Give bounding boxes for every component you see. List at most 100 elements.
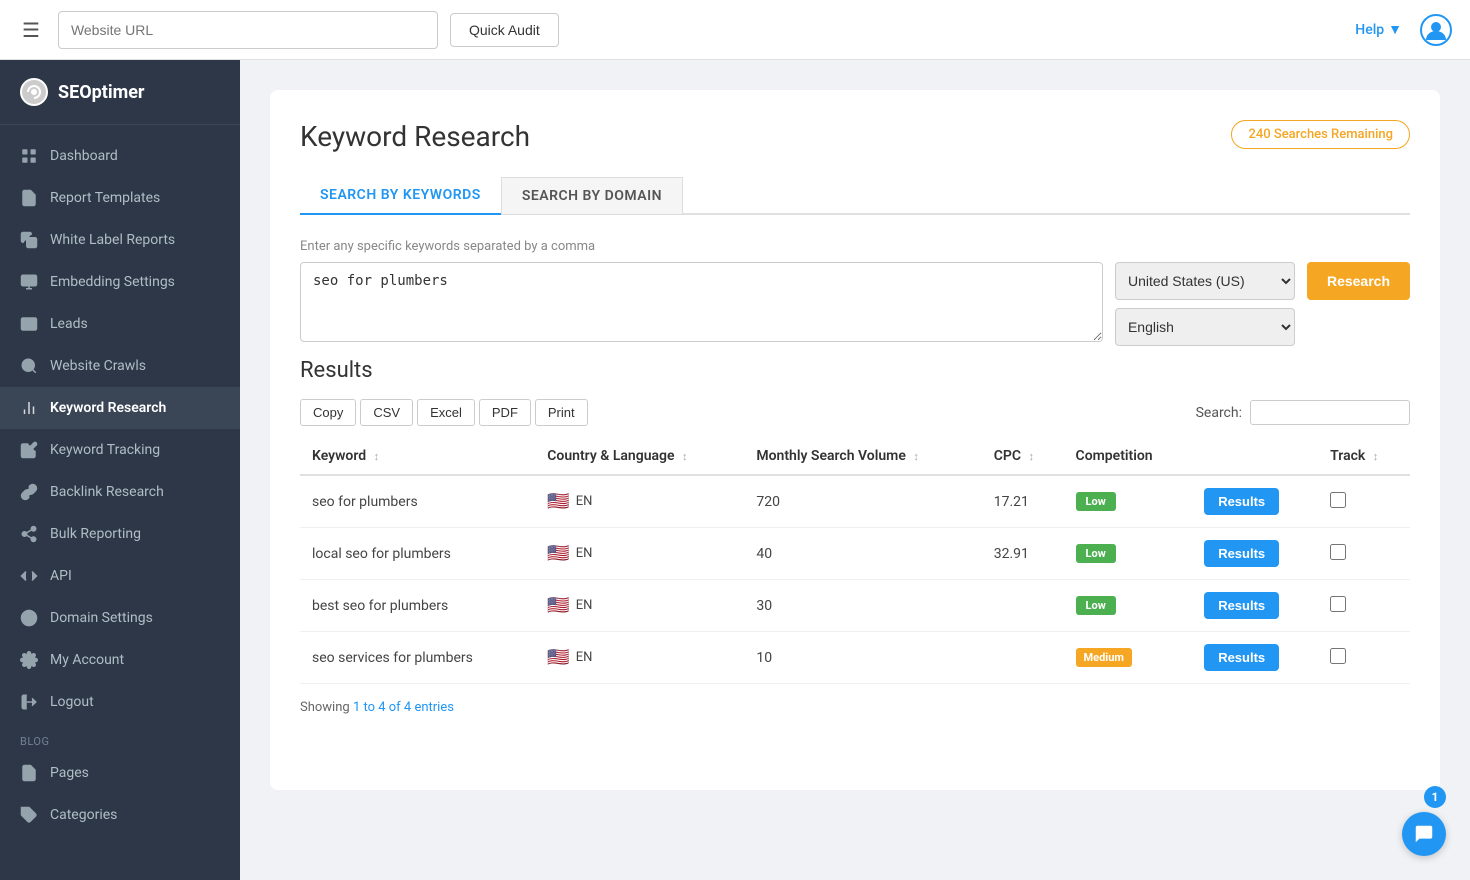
sidebar-item-report-templates[interactable]: Report Templates [0,177,240,219]
search-label: Search: [1196,405,1242,421]
competition-badge-1: Low [1076,544,1116,563]
sidebar-item-website-crawls[interactable]: Website Crawls [0,345,240,387]
sidebar-item-api[interactable]: API [0,555,240,597]
language-select[interactable]: English Spanish French [1115,308,1295,346]
cell-keyword-1: local seo for plumbers [300,528,535,580]
lang-label-0: EN [576,494,593,509]
col-cpc: CPC ↕ [982,438,1064,475]
chevron-down-icon: ▼ [1388,21,1402,38]
sidebar-item-categories[interactable]: Categories [0,794,240,836]
col-country-lang: Country & Language ↕ [535,438,744,475]
flag-icon-1: 🇺🇸 [547,543,569,564]
flag-icon-2: 🇺🇸 [547,595,569,616]
track-checkbox-2[interactable] [1330,596,1346,612]
results-button-1[interactable]: Results [1204,540,1279,567]
sidebar-item-dashboard[interactable]: Dashboard [0,135,240,177]
cell-cpc-3 [982,632,1064,684]
results-button-2[interactable]: Results [1204,592,1279,619]
print-button[interactable]: Print [535,399,588,426]
results-button-0[interactable]: Results [1204,488,1279,515]
sort-icon-country[interactable]: ↕ [682,450,688,463]
col-competition: Competition [1064,438,1193,475]
form-selects: United States (US) United Kingdom (UK) C… [1115,262,1295,346]
sort-icon-track[interactable]: ↕ [1373,450,1379,463]
col-keyword: Keyword ↕ [300,438,535,475]
link-icon [20,483,38,501]
results-button-3[interactable]: Results [1204,644,1279,671]
sidebar-item-embedding[interactable]: Embedding Settings [0,261,240,303]
sort-icon-cpc[interactable]: ↕ [1029,450,1035,463]
cell-volume-3: 10 [744,632,981,684]
user-icon[interactable] [1418,12,1454,48]
copy-button[interactable]: Copy [300,399,356,426]
table-search-input[interactable] [1250,400,1410,425]
sidebar-item-leads[interactable]: Leads [0,303,240,345]
sidebar: SEOptimer Dashboard Report Templates Whi… [0,60,240,880]
flag-icon-3: 🇺🇸 [547,647,569,668]
cell-keyword-3: seo services for plumbers [300,632,535,684]
lang-label-3: EN [576,650,593,665]
main-card: Keyword Research 240 Searches Remaining … [270,90,1440,790]
sidebar-item-logout[interactable]: Logout [0,681,240,723]
cell-track-2 [1318,580,1410,632]
cell-results-btn-2: Results [1192,580,1318,632]
sidebar-item-domain-settings[interactable]: Domain Settings [0,597,240,639]
sidebar-item-my-account[interactable]: My Account [0,639,240,681]
keyword-form-row: seo for plumbers United States (US) Unit… [300,262,1410,346]
page-title: Keyword Research [300,120,530,153]
chat-badge: 1 [1424,786,1446,808]
main-content: Keyword Research 240 Searches Remaining … [240,60,1470,880]
cell-track-3 [1318,632,1410,684]
cell-results-btn-1: Results [1192,528,1318,580]
sidebar-item-pages[interactable]: Pages [0,752,240,794]
chat-button[interactable] [1402,812,1446,856]
col-track: Track ↕ [1318,438,1410,475]
sort-icon-keyword[interactable]: ↕ [374,450,380,463]
page-header: Keyword Research 240 Searches Remaining [300,120,1410,153]
keyword-textarea[interactable]: seo for plumbers [300,262,1103,342]
showing-link[interactable]: 1 to 4 of 4 entries [353,700,454,715]
tab-by-keywords[interactable]: SEARCH BY KEYWORDS [300,177,501,215]
url-input[interactable] [58,11,438,49]
track-checkbox-0[interactable] [1330,492,1346,508]
cell-country-1: 🇺🇸 EN [535,528,744,580]
layout: SEOptimer Dashboard Report Templates Whi… [0,60,1470,880]
hamburger-icon[interactable]: ☰ [16,12,46,48]
share-icon [20,525,38,543]
table-row: seo for plumbers 🇺🇸 EN 720 17.21 Low Res… [300,475,1410,528]
sidebar-item-keyword-research[interactable]: Keyword Research [0,387,240,429]
cell-track-0 [1318,475,1410,528]
cell-volume-1: 40 [744,528,981,580]
cell-country-0: 🇺🇸 EN [535,475,744,528]
cell-country-2: 🇺🇸 EN [535,580,744,632]
sort-icon-volume[interactable]: ↕ [913,450,919,463]
cell-cpc-0: 17.21 [982,475,1064,528]
cell-track-1 [1318,528,1410,580]
sidebar-item-bulk-reporting[interactable]: Bulk Reporting [0,513,240,555]
table-row: best seo for plumbers 🇺🇸 EN 30 Low Resul… [300,580,1410,632]
excel-button[interactable]: Excel [417,399,475,426]
sidebar-item-white-label[interactable]: White Label Reports [0,219,240,261]
tab-by-domain[interactable]: SEARCH BY DOMAIN [501,177,683,215]
settings-icon [20,651,38,669]
tag-icon [20,806,38,824]
sidebar-nav: Dashboard Report Templates White Label R… [0,125,240,880]
sidebar-item-keyword-tracking[interactable]: Keyword Tracking [0,429,240,471]
monitor-icon [20,273,38,291]
competition-badge-3: Medium [1076,648,1132,667]
country-select[interactable]: United States (US) United Kingdom (UK) C… [1115,262,1295,300]
help-button[interactable]: Help ▼ [1355,21,1402,38]
edit-icon [20,441,38,459]
sidebar-item-backlink-research[interactable]: Backlink Research [0,471,240,513]
quick-audit-button[interactable]: Quick Audit [450,13,559,47]
col-volume: Monthly Search Volume ↕ [744,438,981,475]
table-search-row: Search: [1196,400,1410,425]
sidebar-logo: SEOptimer [0,60,240,125]
track-checkbox-3[interactable] [1330,648,1346,664]
research-button[interactable]: Research [1307,262,1410,300]
competition-badge-0: Low [1076,492,1116,511]
csv-button[interactable]: CSV [360,399,413,426]
track-checkbox-1[interactable] [1330,544,1346,560]
pdf-button[interactable]: PDF [479,399,531,426]
cell-competition-0: Low [1064,475,1193,528]
